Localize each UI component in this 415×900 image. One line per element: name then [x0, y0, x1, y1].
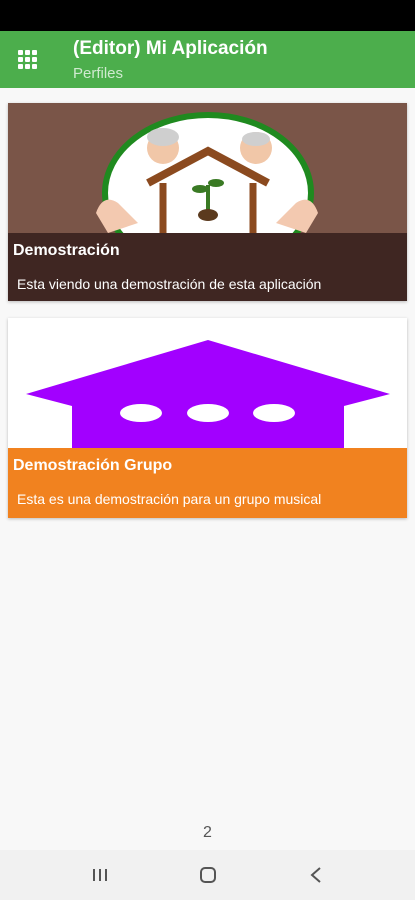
profile-card-demostracion[interactable]: Demostración Esta viendo una demostració…	[8, 103, 407, 301]
grid-menu-icon[interactable]	[18, 50, 40, 72]
profile-card-demostracion-grupo[interactable]: Demostración Grupo Esta es una demostrac…	[8, 318, 407, 518]
navigation-bar	[0, 850, 415, 900]
card-title: Demostración Grupo	[13, 457, 173, 474]
card-footer: Demostración Grupo Esta es una demostrac…	[8, 448, 407, 518]
purple-house-image	[8, 318, 407, 448]
house-logo-image	[8, 103, 407, 233]
recents-icon[interactable]	[80, 860, 120, 890]
card-description: Esta es una demostración para un grupo m…	[17, 491, 322, 507]
card-footer: Demostración Esta viendo una demostració…	[8, 233, 407, 301]
card-description: Esta viendo una demostración de esta apl…	[17, 276, 322, 292]
home-icon[interactable]	[188, 860, 228, 890]
page-number: 2	[203, 824, 212, 841]
app-subtitle: Perfiles	[73, 65, 124, 82]
status-bar	[0, 0, 415, 31]
app-title: (Editor) Mi Aplicación	[73, 38, 268, 59]
card-title: Demostración	[13, 242, 120, 259]
back-icon[interactable]	[296, 860, 336, 890]
app-bar: (Editor) Mi Aplicación Perfiles	[0, 31, 415, 88]
